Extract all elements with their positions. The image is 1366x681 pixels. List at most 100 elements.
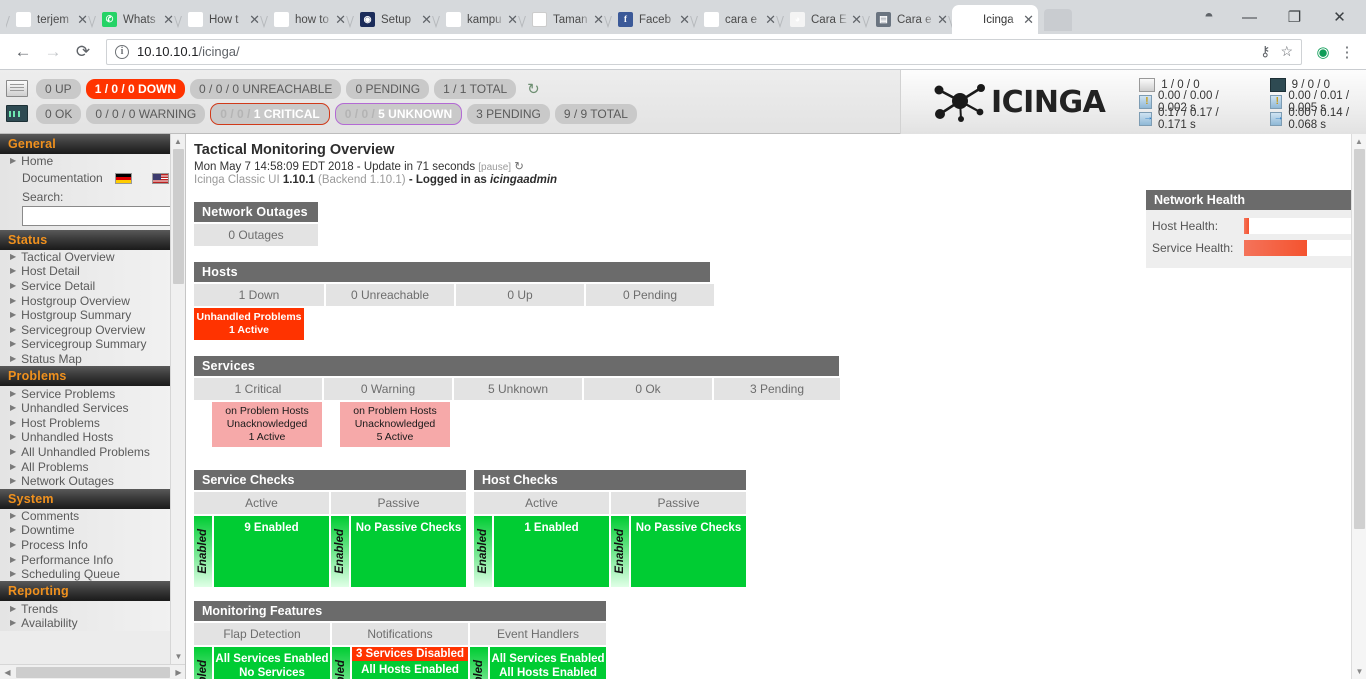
status-badge[interactable]: 0 / 0 / 0 UNREACHABLE xyxy=(190,78,342,99)
enabled-vertical-label[interactable]: Enabled xyxy=(332,647,350,679)
sidebar-item-all-unhandled-problems[interactable]: ▶ All Unhandled Problems xyxy=(0,444,185,460)
browser-tab[interactable]: Gterjem ✕ xyxy=(6,5,92,34)
reload-button[interactable]: ⟳ xyxy=(68,42,98,62)
network-outages-value[interactable]: 0 Outages xyxy=(194,224,318,246)
enabled-vertical-label[interactable]: Enabled xyxy=(194,647,212,679)
sidebar-item-downtime[interactable]: ▶ Downtime xyxy=(0,523,185,538)
sidebar-item-servicegroup-overview[interactable]: ▶ Servicegroup Overview xyxy=(0,322,185,338)
status-badge[interactable]: 0 PENDING xyxy=(346,78,430,99)
profile-icon[interactable]: ◓ xyxy=(1191,8,1227,26)
sidebar-item-network-outages[interactable]: ▶ Network Outages xyxy=(0,473,185,489)
extension-icon[interactable]: ◉ xyxy=(1310,43,1336,61)
check-status-box[interactable]: All Services Enabled All Hosts Enabled xyxy=(490,647,606,679)
browser-tab[interactable]: 🗋 Taman ✕ xyxy=(522,5,608,34)
check-column-label[interactable]: Passive xyxy=(611,492,746,514)
enabled-vertical-label[interactable]: Enabled xyxy=(331,516,349,587)
sidebar-item-trends[interactable]: ▶ Trends xyxy=(0,601,185,617)
tab-close-icon[interactable]: ✕ xyxy=(765,13,776,26)
check-status-box[interactable]: No Passive Checks xyxy=(631,516,746,587)
tab-close-icon[interactable]: ✕ xyxy=(937,13,948,26)
browser-tab[interactable]: ✆ Whats ✕ xyxy=(92,5,178,34)
browser-tab[interactable]: Gkampu ✕ xyxy=(436,5,522,34)
browser-tab[interactable]: LT How t ✕ xyxy=(178,5,264,34)
close-window-button[interactable]: ✕ xyxy=(1317,1,1362,33)
main-scrollbar-thumb[interactable] xyxy=(1354,149,1365,529)
pause-link[interactable]: [pause] xyxy=(478,162,511,173)
bookmark-star-icon[interactable]: ☆ xyxy=(1280,43,1293,60)
check-status-box[interactable]: 9 Enabled xyxy=(214,516,329,587)
tab-close-icon[interactable]: ✕ xyxy=(335,13,346,26)
address-bar[interactable]: i 10.10.10.1 /icinga/ ⚷ ☆ xyxy=(106,38,1302,65)
services-problem-block[interactable]: on Problem Hosts Unacknowledged 5 Active xyxy=(340,402,450,447)
main-scroll-up-arrow-icon[interactable]: ▲ xyxy=(1352,134,1366,149)
status-badge[interactable]: 0 OK xyxy=(36,103,82,124)
status-cell[interactable]: 0 Up xyxy=(456,284,584,306)
sidebar-item-host-problems[interactable]: ▶ Host Problems xyxy=(0,415,185,431)
de-flag-icon[interactable] xyxy=(114,172,132,184)
check-column-label[interactable]: Passive xyxy=(331,492,466,514)
enabled-vertical-label[interactable]: Enabled xyxy=(474,516,492,587)
tab-close-icon[interactable]: ✕ xyxy=(507,13,518,26)
status-badge[interactable]: 3 PENDING xyxy=(467,103,550,124)
scroll-up-arrow-icon[interactable]: ▲ xyxy=(171,134,185,149)
site-info-icon[interactable]: i xyxy=(115,44,129,59)
maximize-button[interactable]: ❐ xyxy=(1272,1,1317,33)
sidebar-item-host-detail[interactable]: ▶ Host Detail xyxy=(0,264,185,279)
sidebar-item-status-map[interactable]: ▶ Status Map xyxy=(0,351,185,367)
status-cell[interactable]: 0 Unreachable xyxy=(326,284,454,306)
status-badge[interactable]: 0 / 0 / 1 CRITICAL xyxy=(210,102,330,125)
sidebar-item-performance-info[interactable]: ▶ Performance Info xyxy=(0,552,185,567)
scrollbar-thumb[interactable] xyxy=(173,149,184,284)
refresh-icon[interactable]: ↻ xyxy=(527,80,540,98)
check-column-label[interactable]: Flap Detection xyxy=(194,623,330,645)
status-cell[interactable]: 0 Pending xyxy=(586,284,714,306)
enabled-vertical-label[interactable]: Enabled xyxy=(611,516,629,587)
tab-close-icon[interactable]: ✕ xyxy=(1023,13,1034,26)
status-cell[interactable]: 3 Pending xyxy=(714,378,840,400)
sidebar-item-servicegroup-summary[interactable]: ▶ Servicegroup Summary xyxy=(0,337,185,352)
sidebar-item-availability[interactable]: ▶ Availability xyxy=(0,616,185,631)
status-cell[interactable]: 5 Unknown xyxy=(454,378,582,400)
status-badge[interactable]: 0 UP xyxy=(36,78,81,99)
scroll-left-arrow-icon[interactable]: ◀ xyxy=(0,668,15,677)
disabled-alert[interactable]: 3 Services Disabled xyxy=(352,647,468,661)
sidebar-item-hostgroup-overview[interactable]: ▶ Hostgroup Overview xyxy=(0,293,185,308)
sidebar-item-comments[interactable]: ▶ Comments xyxy=(0,508,185,524)
sidebar-item-hostgroup-summary[interactable]: ▶ Hostgroup Summary xyxy=(0,307,185,323)
sidebar-item-home[interactable]: ▶ Home xyxy=(0,154,185,169)
check-column-label[interactable]: Active xyxy=(194,492,329,514)
new-tab-button[interactable] xyxy=(1044,9,1072,31)
status-cell[interactable]: 1 Critical xyxy=(194,378,322,400)
check-column-label[interactable]: Active xyxy=(474,492,609,514)
check-column-label[interactable]: Event Handlers xyxy=(470,623,606,645)
browser-tab[interactable]: f Faceb ✕ xyxy=(608,5,694,34)
hscrollbar-thumb[interactable] xyxy=(16,666,170,678)
tab-close-icon[interactable]: ✕ xyxy=(593,13,604,26)
scroll-right-arrow-icon[interactable]: ▶ xyxy=(171,668,185,677)
minimize-button[interactable]: — xyxy=(1227,1,1272,33)
password-key-icon[interactable]: ⚷ xyxy=(1260,43,1270,60)
browser-tab[interactable]: i Icinga ✕ xyxy=(952,5,1038,34)
scroll-down-arrow-icon[interactable]: ▼ xyxy=(171,649,185,664)
sidebar-item-unhandled-hosts[interactable]: ▶ Unhandled Hosts xyxy=(0,430,185,445)
sidebar-item-documentation[interactable]: Documentation xyxy=(0,168,185,188)
status-badge[interactable]: 0 / 0 / 5 UNKNOWN xyxy=(334,102,463,125)
tab-close-icon[interactable]: ✕ xyxy=(421,13,432,26)
tab-close-icon[interactable]: ✕ xyxy=(679,13,690,26)
tab-close-icon[interactable]: ✕ xyxy=(249,13,260,26)
tab-close-icon[interactable]: ✕ xyxy=(851,13,862,26)
enabled-vertical-label[interactable]: Enabled xyxy=(470,647,488,679)
tab-close-icon[interactable]: ✕ xyxy=(163,13,174,26)
status-badge[interactable]: 9 / 9 TOTAL xyxy=(554,103,637,124)
hosts-unhandled-problems-block[interactable]: Unhandled Problems 1 Active xyxy=(194,308,304,340)
us-flag-icon[interactable] xyxy=(151,172,169,184)
browser-tab[interactable]: ◉ Setup ✕ xyxy=(350,5,436,34)
back-button[interactable]: ← xyxy=(8,42,38,62)
check-column-label[interactable]: Notifications xyxy=(332,623,468,645)
sidebar-item-process-info[interactable]: ▶ Process Info xyxy=(0,537,185,553)
manual-refresh-icon[interactable]: ↻ xyxy=(514,161,524,173)
sidebar-item-service-detail[interactable]: ▶ Service Detail xyxy=(0,278,185,294)
status-cell[interactable]: 0 Ok xyxy=(584,378,712,400)
services-problem-block[interactable]: on Problem Hosts Unacknowledged 1 Active xyxy=(212,402,322,447)
sidebar-item-unhandled-services[interactable]: ▶ Unhandled Services xyxy=(0,400,185,416)
